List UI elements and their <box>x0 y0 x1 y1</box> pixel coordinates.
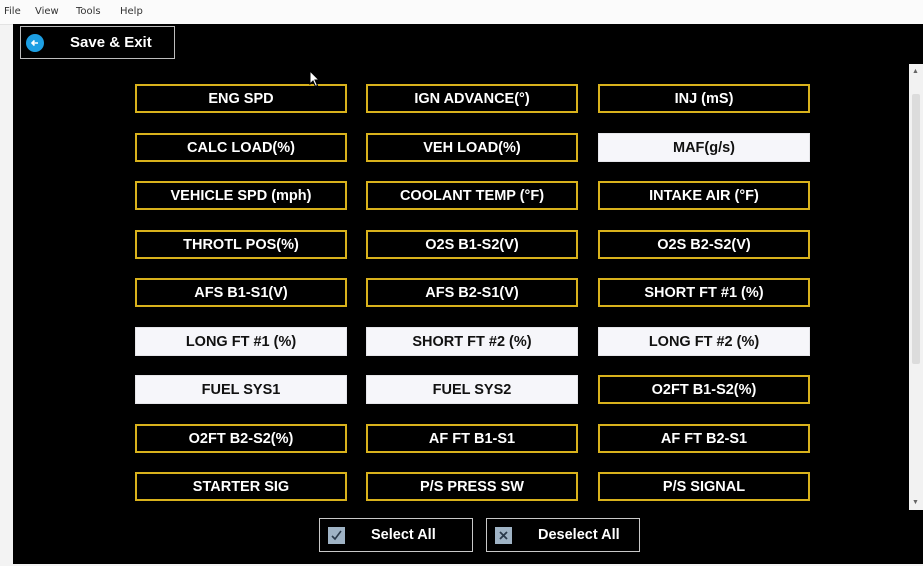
parameter-button[interactable]: THROTL POS(%) <box>135 230 347 259</box>
parameter-button[interactable]: MAF(g/s) <box>598 133 810 162</box>
parameter-button[interactable]: COOLANT TEMP (°F) <box>366 181 578 210</box>
menu-tools[interactable]: Tools <box>76 6 101 17</box>
parameter-button[interactable]: VEH LOAD(%) <box>366 133 578 162</box>
select-all-label: Select All <box>371 527 436 543</box>
parameter-button[interactable]: O2S B1-S2(V) <box>366 230 578 259</box>
checkmark-icon <box>328 526 345 544</box>
vertical-scrollbar[interactable]: ▲ ▼ <box>909 64 923 510</box>
scroll-up-icon[interactable]: ▲ <box>912 68 919 75</box>
parameter-button[interactable]: AFS B2-S1(V) <box>366 278 578 307</box>
parameter-button[interactable]: INTAKE AIR (°F) <box>598 181 810 210</box>
parameter-button[interactable]: STARTER SIG <box>135 472 347 501</box>
parameter-button[interactable]: P/S PRESS SW <box>366 472 578 501</box>
parameter-button[interactable]: AF FT B1-S1 <box>366 424 578 453</box>
scrollbar-thumb[interactable] <box>912 94 920 364</box>
parameter-button[interactable]: SHORT FT #1 (%) <box>598 278 810 307</box>
parameter-button[interactable]: FUEL SYS1 <box>135 375 347 404</box>
menu-view[interactable]: View <box>35 6 59 17</box>
parameter-button[interactable]: O2FT B1-S2(%) <box>598 375 810 404</box>
menu-help[interactable]: Help <box>120 6 143 17</box>
parameter-button[interactable]: SHORT FT #2 (%) <box>366 327 578 356</box>
deselect-all-button[interactable]: Deselect All <box>486 518 640 552</box>
scroll-down-icon[interactable]: ▼ <box>912 499 919 506</box>
mouse-cursor-icon <box>309 70 321 88</box>
parameter-button[interactable]: VEHICLE SPD (mph) <box>135 181 347 210</box>
x-box-icon <box>495 526 512 544</box>
parameter-button[interactable]: FUEL SYS2 <box>366 375 578 404</box>
arrow-left-circle-icon <box>26 33 44 52</box>
deselect-all-label: Deselect All <box>538 527 620 543</box>
menu-file[interactable]: File <box>4 6 21 17</box>
parameter-button[interactable]: INJ (mS) <box>598 84 810 113</box>
parameter-button[interactable]: O2FT B2-S2(%) <box>135 424 347 453</box>
parameter-button[interactable]: AF FT B2-S1 <box>598 424 810 453</box>
parameter-button[interactable]: O2S B2-S2(V) <box>598 230 810 259</box>
save-exit-label: Save & Exit <box>70 34 152 51</box>
parameter-button[interactable]: LONG FT #1 (%) <box>135 327 347 356</box>
parameter-button[interactable]: ENG SPD <box>135 84 347 113</box>
select-all-button[interactable]: Select All <box>319 518 473 552</box>
parameter-button[interactable]: IGN ADVANCE(°) <box>366 84 578 113</box>
parameter-button[interactable]: LONG FT #2 (%) <box>598 327 810 356</box>
save-exit-button[interactable]: Save & Exit <box>20 26 175 59</box>
parameter-button[interactable]: AFS B1-S1(V) <box>135 278 347 307</box>
parameter-button[interactable]: CALC LOAD(%) <box>135 133 347 162</box>
parameter-button[interactable]: P/S SIGNAL <box>598 472 810 501</box>
menu-bar: File View Tools Help <box>0 0 923 25</box>
